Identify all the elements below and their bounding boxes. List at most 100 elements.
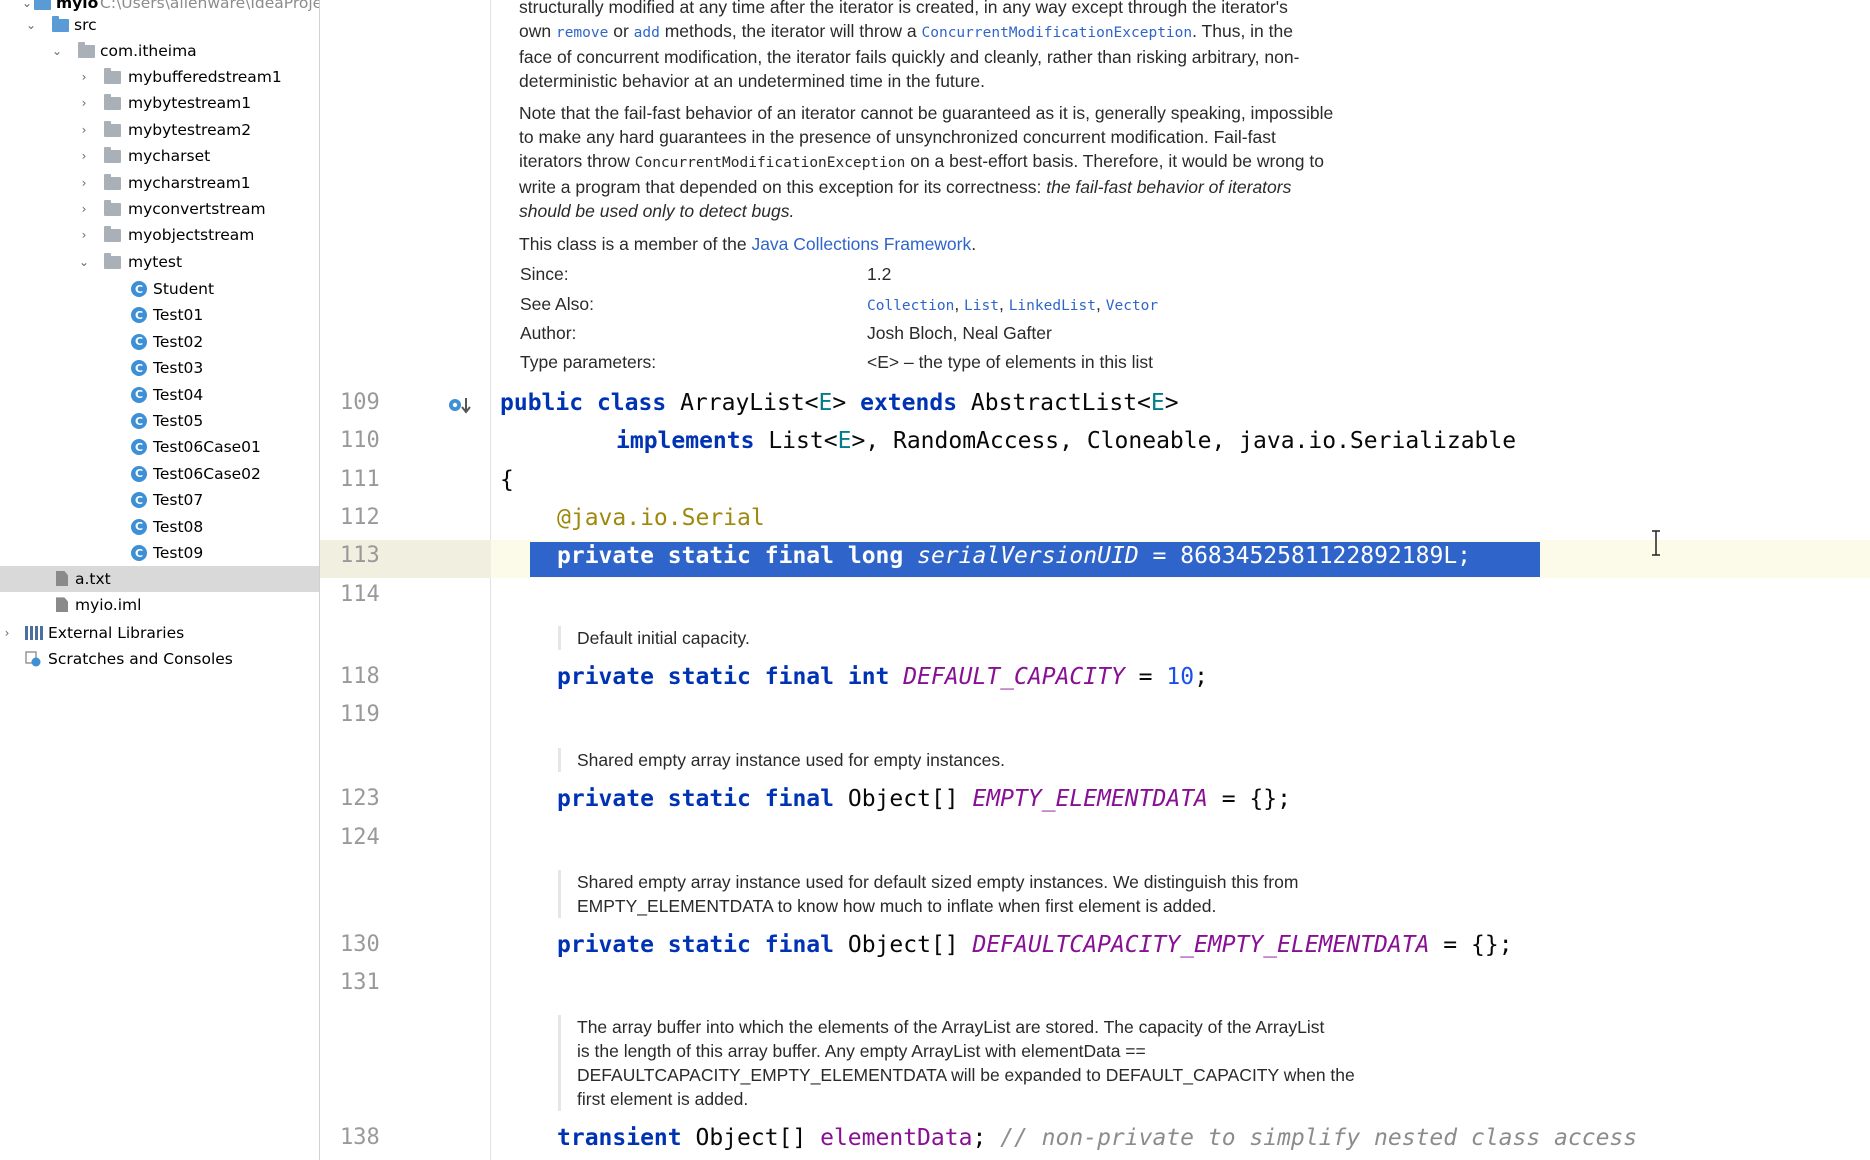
code-line-111[interactable]: { [500, 467, 514, 493]
doc-link-add[interactable]: add [634, 25, 660, 41]
tree-node-folder-2[interactable]: › mybytestream2 [0, 117, 319, 143]
line-number[interactable]: 131 [340, 970, 400, 995]
class-icon: C [131, 307, 147, 324]
chevron-right-icon[interactable]: › [77, 202, 91, 216]
tree-node-class-7[interactable]: C Test06Case02 [0, 461, 319, 487]
project-label: myio [56, 0, 99, 12]
code-token: DEFAULTCAPACITY_EMPTY_ELEMENTDATA [972, 932, 1430, 958]
line-number[interactable]: 110 [340, 428, 400, 453]
line-number[interactable]: 109 [340, 390, 400, 415]
code-token: = {}; [1429, 932, 1513, 958]
tree-node-class-1[interactable]: C Test01 [0, 302, 319, 328]
code-line-118[interactable]: private static final int DEFAULT_CAPACIT… [557, 664, 1208, 690]
chevron-right-icon[interactable]: › [77, 176, 91, 190]
tree-node-folder-0[interactable]: › mybufferedstream1 [0, 64, 319, 90]
chevron-down-icon[interactable]: ⌄ [24, 18, 38, 32]
chevron-right-icon[interactable]: › [77, 149, 91, 163]
line-number[interactable]: 130 [340, 932, 400, 957]
tree-node-folder-4[interactable]: › mycharstream1 [0, 170, 319, 196]
javadoc-default-capacity: Default initial capacity. [558, 626, 750, 650]
tree-node-scratches[interactable]: Scratches and Consoles [0, 646, 319, 672]
see-also-separator: , [1096, 294, 1106, 314]
implements-marker-icon[interactable] [447, 395, 473, 421]
javadoc-paragraph-3: This class is a member of the Java Colle… [519, 232, 976, 256]
code-line-110[interactable]: implements List<E>, RandomAccess, Clonea… [616, 428, 1516, 454]
doc-link-cme[interactable]: ConcurrentModificationException [922, 25, 1193, 41]
code-comment: // non-private to simplify nested class … [1000, 1125, 1638, 1151]
doc-emphasis: the fail-fast behavior of iterators [1046, 177, 1292, 197]
tree-node-file-1[interactable]: myio.iml [0, 592, 319, 618]
tree-node-class-3[interactable]: C Test03 [0, 355, 319, 381]
code-token: DEFAULT_CAPACITY [903, 664, 1125, 690]
line-number[interactable]: 119 [340, 702, 400, 727]
code-line-123[interactable]: private static final Object[] EMPTY_ELEM… [557, 786, 1291, 812]
code-token: >, RandomAccess, Cloneable, java.io.Seri… [851, 428, 1517, 454]
code-token: int [847, 664, 890, 690]
folder-icon [52, 16, 69, 32]
doc-link-collections-framework[interactable]: Java Collections Framework [751, 234, 971, 254]
tree-node-external-libraries[interactable]: › External Libraries [0, 620, 319, 646]
code-line-112[interactable]: @java.io.Serial [557, 505, 765, 531]
project-path: C:\Users\alienware\IdeaProje [100, 0, 320, 12]
tree-node-class-2[interactable]: C Test02 [0, 329, 319, 355]
tree-label: mybufferedstream1 [128, 68, 282, 86]
tree-node-class-5[interactable]: C Test05 [0, 408, 319, 434]
javadoc-paragraph-2: Note that the fail-fast behavior of an i… [519, 101, 1333, 223]
folder-icon [104, 173, 121, 190]
tree-node-class-4[interactable]: C Test04 [0, 382, 319, 408]
doc-text: Note that the fail-fast behavior of an i… [519, 103, 1334, 123]
code-line-113[interactable]: private static final long serialVersionU… [557, 543, 1471, 569]
chevron-right-icon[interactable]: › [77, 123, 91, 137]
tree-node-folder-6[interactable]: › myobjectstream [0, 222, 319, 248]
tree-node-file-0[interactable]: a.txt [0, 566, 319, 592]
chevron-down-icon[interactable]: ⌄ [50, 44, 64, 58]
doc-since-row: Since: 1.2 [520, 264, 891, 285]
chevron-right-icon[interactable]: › [77, 96, 91, 110]
code-token: private [557, 932, 654, 958]
chevron-down-icon[interactable]: ⌄ [20, 0, 34, 10]
chevron-right-icon[interactable]: › [77, 70, 91, 84]
class-icon: C [131, 545, 147, 561]
chevron-right-icon[interactable]: › [77, 228, 91, 242]
see-also-link[interactable]: Collection [867, 298, 954, 314]
see-also-link[interactable]: List [964, 298, 999, 314]
file-icon [56, 571, 68, 586]
code-line-109[interactable]: public class ArrayList<E> extends Abstra… [500, 390, 1179, 416]
tree-node-folder-3[interactable]: › mycharset [0, 143, 319, 169]
line-number[interactable]: 138 [340, 1125, 400, 1150]
doc-value: Josh Bloch, Neal Gafter [867, 323, 1052, 343]
scratches-icon [25, 651, 41, 667]
tree-node-folder-1[interactable]: › mybytestream1 [0, 90, 319, 116]
line-number[interactable]: 124 [340, 825, 400, 850]
code-token: @java.io. [557, 505, 682, 531]
line-number[interactable]: 118 [340, 664, 400, 689]
doc-link-remove[interactable]: remove [556, 25, 608, 41]
line-number[interactable]: 111 [340, 467, 400, 492]
code-token: Object[] [681, 1125, 821, 1151]
tree-node-folder-5[interactable]: › myconvertstream [0, 196, 319, 222]
code-editor[interactable]: 109 110 111 112 113 114 118 119 123 124 130 131 138 … [320, 0, 1870, 1160]
tree-node-class-0[interactable]: C Student [0, 276, 319, 302]
code-token: > [832, 390, 861, 416]
line-number[interactable]: 112 [340, 505, 400, 530]
code-line-138[interactable]: transient Object[] elementData; // non-p… [557, 1125, 1637, 1151]
tree-node-class-10[interactable]: C Test09 [0, 540, 319, 566]
tree-label: Student [153, 280, 215, 298]
line-number[interactable]: 123 [340, 786, 400, 811]
line-number[interactable]: 114 [340, 582, 400, 607]
tree-node-package[interactable]: ⌄ com.itheima [0, 38, 319, 64]
tree-node-class-6[interactable]: C Test06Case01 [0, 434, 319, 460]
tree-node-class-8[interactable]: C Test07 [0, 487, 319, 513]
tree-label: myconvertstream [128, 200, 266, 218]
tree-node-class-9[interactable]: C Test08 [0, 514, 319, 540]
line-number[interactable]: 113 [340, 543, 400, 568]
see-also-link[interactable]: LinkedList [1009, 298, 1096, 314]
code-token: private [557, 786, 654, 812]
code-line-130[interactable]: private static final Object[] DEFAULTCAP… [557, 932, 1513, 958]
tree-node-src[interactable]: ⌄ src [0, 12, 319, 38]
code-token: = [1124, 664, 1167, 690]
chevron-down-icon[interactable]: ⌄ [77, 255, 91, 269]
see-also-link[interactable]: Vector [1106, 298, 1158, 314]
chevron-right-icon[interactable]: › [0, 626, 14, 640]
tree-node-folder-7[interactable]: ⌄ mytest [0, 249, 319, 275]
